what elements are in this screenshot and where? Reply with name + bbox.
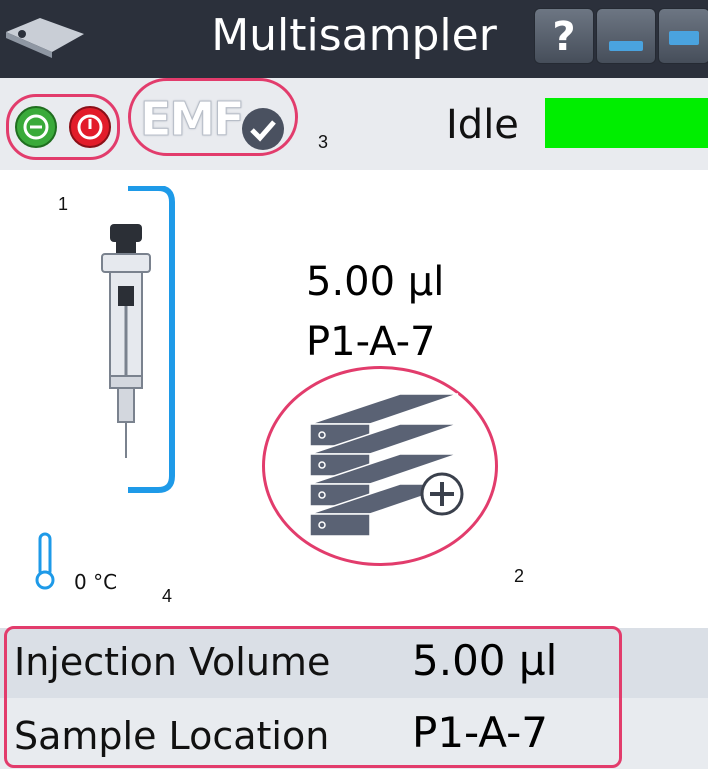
callout-2-number: 2	[514, 566, 525, 586]
sample-location-value: P1-A-7	[412, 708, 548, 757]
help-button[interactable]: ?	[534, 8, 594, 64]
standby-button[interactable]	[14, 105, 58, 149]
minimize-button[interactable]	[596, 8, 656, 64]
sampler-volume: 5.00 µl	[306, 259, 445, 305]
syringe-icon	[101, 186, 175, 493]
callout-3-number: 3	[318, 132, 329, 152]
injection-volume-value: 5.00 µl	[412, 636, 558, 685]
emf-button[interactable]: EMF	[140, 92, 246, 147]
callout-1-number: 1	[58, 194, 69, 214]
temperature-value: 0 °C	[74, 570, 118, 594]
injection-volume-label: Injection Volume	[14, 640, 331, 684]
thermometer-icon	[35, 532, 55, 590]
sample-tray-button[interactable]	[300, 388, 476, 548]
emf-check-icon	[242, 108, 284, 150]
maximize-icon	[669, 31, 699, 45]
minimize-icon	[609, 41, 643, 51]
status-text: Idle	[446, 102, 519, 148]
status-indicator	[545, 98, 708, 148]
help-icon: ?	[552, 14, 576, 60]
sampler-location: P1-A-7	[306, 319, 436, 365]
maximize-button[interactable]	[658, 8, 708, 64]
sample-location-label: Sample Location	[14, 714, 330, 758]
power-button[interactable]	[68, 105, 112, 149]
callout-4-number: 4	[162, 586, 173, 606]
